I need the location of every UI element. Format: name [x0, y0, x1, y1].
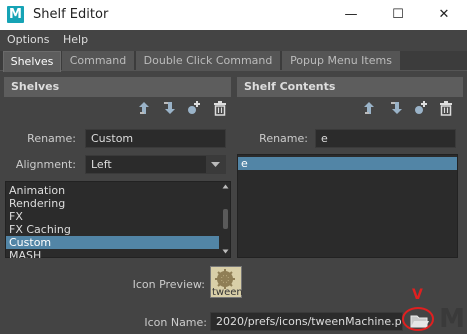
scroll-thumb[interactable] [223, 209, 228, 229]
shelves-scrollbar[interactable] [221, 182, 230, 257]
rename-label: Rename: [27, 132, 76, 145]
list-item[interactable]: Rendering [6, 197, 219, 210]
new-item-icon[interactable] [413, 100, 429, 116]
tab-double-click-command[interactable]: Double Click Command [136, 51, 281, 70]
move-up-icon[interactable] [362, 100, 378, 116]
list-item[interactable]: Animation [6, 184, 219, 197]
shelf-contents-header: Shelf Contents [237, 77, 463, 97]
move-down-icon[interactable] [388, 100, 404, 116]
icon-preview-label: Icon Preview: [132, 278, 205, 291]
list-item-selected[interactable]: Custom [6, 236, 219, 249]
shelves-list: Animation Rendering FX FX Caching Custom… [5, 181, 231, 258]
alignment-label: Alignment: [15, 158, 76, 171]
list-item[interactable]: MASH [6, 249, 219, 258]
menu-help[interactable]: Help [63, 33, 88, 47]
alignment-value: Left [91, 158, 112, 171]
maya-app-icon: M [7, 6, 24, 23]
move-up-icon[interactable] [137, 100, 153, 116]
tab-command[interactable]: Command [62, 51, 135, 70]
list-item-selected[interactable]: e [238, 157, 457, 170]
chevron-down-icon [206, 156, 225, 173]
new-shelf-icon[interactable] [186, 100, 202, 116]
scroll-up-icon[interactable] [222, 183, 229, 190]
list-item[interactable]: FX Caching [6, 223, 219, 236]
alignment-dropdown[interactable]: Left [85, 155, 226, 174]
tab-popup-menu-items[interactable]: Popup Menu Items [282, 51, 401, 70]
shelf-rename-field[interactable]: Custom [85, 129, 226, 148]
icon-preview-caption: tween [212, 287, 243, 298]
menu-bar: Options Help [0, 30, 467, 50]
menu-options[interactable]: Options [7, 33, 49, 47]
icon-name-field[interactable]: 2020/prefs/icons/tweenMachine.png [210, 312, 403, 331]
delete-shelf-icon[interactable] [212, 100, 228, 116]
icon-preview-image: tween [210, 266, 243, 298]
close-button[interactable]: ✕ [424, 0, 464, 30]
delete-item-icon[interactable] [438, 100, 454, 116]
annotation-check-mark: V [412, 287, 423, 303]
maximize-button[interactable]: ☐ [378, 0, 418, 30]
tab-bar: Shelves Command Double Click Command Pop… [0, 51, 467, 72]
contents-rename-label: Rename: [259, 132, 308, 145]
shelf-contents-list: e [237, 154, 458, 258]
title-bar: M Shelf Editor — ☐ ✕ [0, 0, 467, 30]
minimize-button[interactable]: — [331, 0, 371, 30]
move-down-icon[interactable] [161, 100, 177, 116]
annotation-circle [401, 305, 435, 332]
tab-shelves[interactable]: Shelves [3, 51, 61, 72]
icon-name-label: Icon Name: [144, 316, 207, 329]
window-title: Shelf Editor [33, 7, 109, 22]
maya-logo: M [439, 304, 465, 334]
scroll-down-icon[interactable] [222, 248, 229, 255]
contents-rename-field[interactable]: e [315, 129, 456, 148]
list-item[interactable]: FX [6, 210, 219, 223]
shelves-header: Shelves [4, 77, 231, 97]
